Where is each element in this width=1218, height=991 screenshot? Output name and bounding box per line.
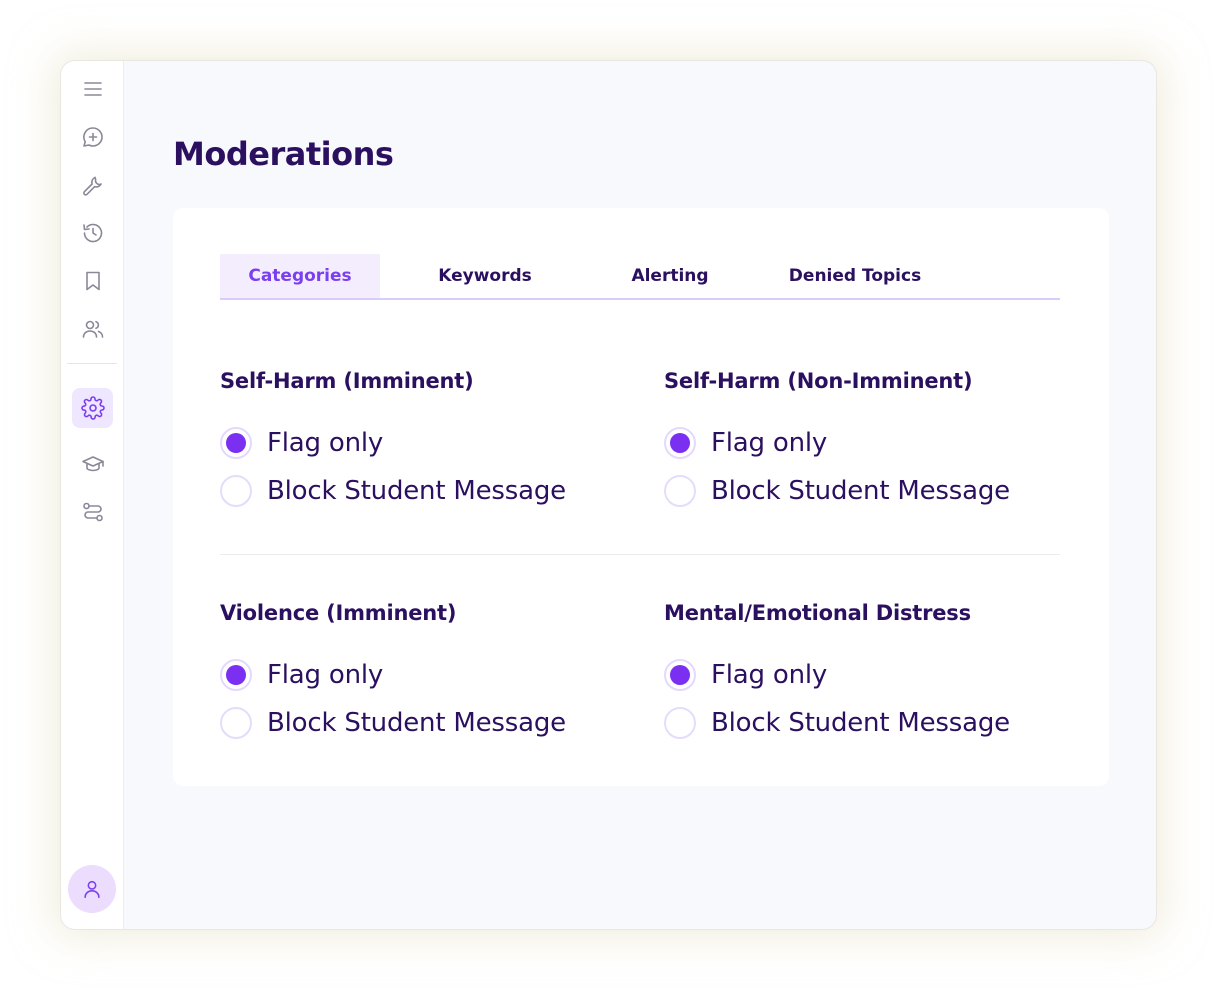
page-title: Moderations: [173, 135, 394, 173]
option-label: Flag only: [711, 428, 828, 458]
category-title: Self-Harm (Imminent): [220, 369, 474, 393]
category-title: Mental/Emotional Distress: [664, 601, 971, 625]
radio-button[interactable]: [664, 427, 696, 459]
menu-icon[interactable]: [72, 69, 113, 109]
history-icon[interactable]: [72, 213, 113, 253]
user-avatar[interactable]: [68, 865, 116, 913]
option-label: Flag only: [711, 660, 828, 690]
category-title: Violence (Imminent): [220, 601, 457, 625]
option-block-student-message[interactable]: Block Student Message: [664, 706, 1010, 740]
radio-button[interactable]: [664, 707, 696, 739]
radio-button[interactable]: [664, 475, 696, 507]
new-chat-icon[interactable]: [72, 117, 113, 157]
tab-bar: Categories Keywords Alerting Denied Topi…: [220, 254, 1060, 300]
sidebar-divider: [67, 363, 117, 364]
option-block-student-message[interactable]: Block Student Message: [220, 706, 566, 740]
user-icon: [84, 880, 100, 899]
option-flag-only[interactable]: Flag only: [664, 658, 827, 692]
option-flag-only[interactable]: Flag only: [664, 426, 827, 460]
option-flag-only[interactable]: Flag only: [220, 426, 383, 460]
users-icon[interactable]: [72, 309, 113, 349]
section-divider: [220, 554, 1060, 555]
option-block-student-message[interactable]: Block Student Message: [220, 474, 566, 508]
radio-button[interactable]: [220, 475, 252, 507]
radio-button[interactable]: [220, 707, 252, 739]
moderation-card: Categories Keywords Alerting Denied Topi…: [173, 208, 1109, 786]
radio-button[interactable]: [220, 659, 252, 691]
app-window: Moderations Categories Keywords Alerting…: [61, 61, 1156, 929]
workflow-icon[interactable]: [72, 492, 113, 532]
tab-categories[interactable]: Categories: [220, 254, 380, 298]
category-title: Self-Harm (Non-Imminent): [664, 369, 973, 393]
option-label: Block Student Message: [267, 476, 566, 506]
radio-button[interactable]: [664, 659, 696, 691]
option-block-student-message[interactable]: Block Student Message: [664, 474, 1010, 508]
graduation-cap-icon[interactable]: [72, 444, 113, 484]
gear-icon[interactable]: [72, 388, 113, 428]
option-label: Block Student Message: [711, 476, 1010, 506]
tab-denied-topics[interactable]: Denied Topics: [775, 254, 935, 298]
tab-alerting[interactable]: Alerting: [590, 254, 750, 298]
sidebar: [61, 61, 124, 929]
radio-button[interactable]: [220, 427, 252, 459]
option-label: Block Student Message: [711, 708, 1010, 738]
option-flag-only[interactable]: Flag only: [220, 658, 383, 692]
tab-keywords[interactable]: Keywords: [405, 254, 565, 298]
wrench-icon[interactable]: [72, 165, 113, 205]
option-label: Flag only: [267, 428, 384, 458]
option-label: Flag only: [267, 660, 384, 690]
option-label: Block Student Message: [267, 708, 566, 738]
bookmark-icon[interactable]: [72, 261, 113, 301]
